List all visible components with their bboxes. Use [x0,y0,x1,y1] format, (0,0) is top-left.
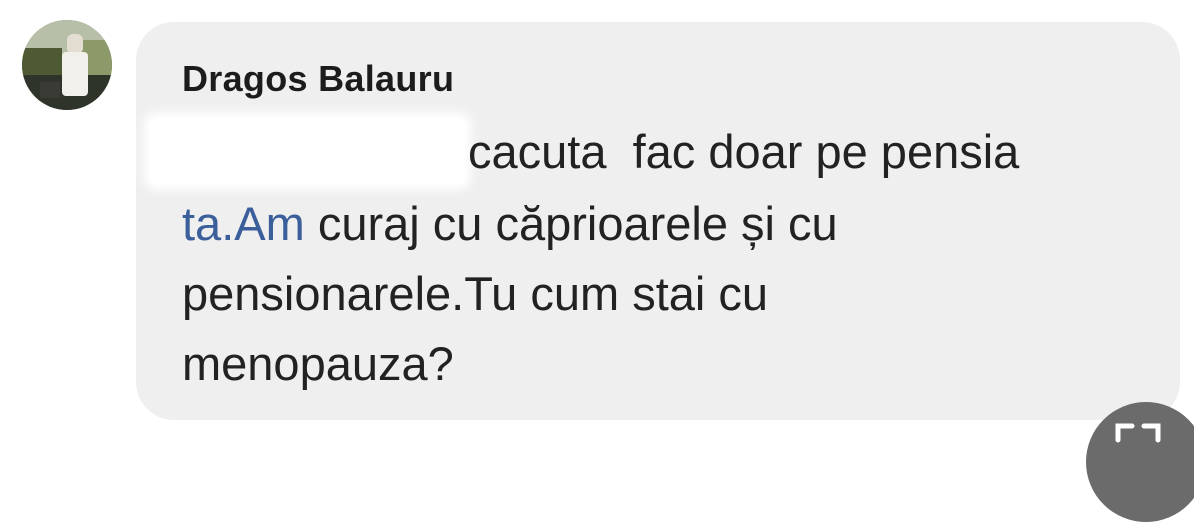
comment-text-fragment: curaj cu căprioarele și cu [317,197,838,250]
avatar-photo [22,20,112,110]
redacted-mention [150,118,465,184]
comment-text-line: pensionarele.Tu cum stai cu [182,267,769,320]
comment-author[interactable]: Dragos Balauru [182,58,454,100]
comment-text-line: ta.Am curaj cu căprioarele și cu [182,200,838,247]
comment-text-line: cacuta fac doar pe pensia [468,125,1020,178]
avatar[interactable] [22,20,112,110]
expand-icon [1115,423,1161,443]
comment-link[interactable]: ta.Am [182,197,305,250]
comment-text-line: menopauza? [182,337,454,390]
expand-button[interactable] [1086,402,1194,522]
